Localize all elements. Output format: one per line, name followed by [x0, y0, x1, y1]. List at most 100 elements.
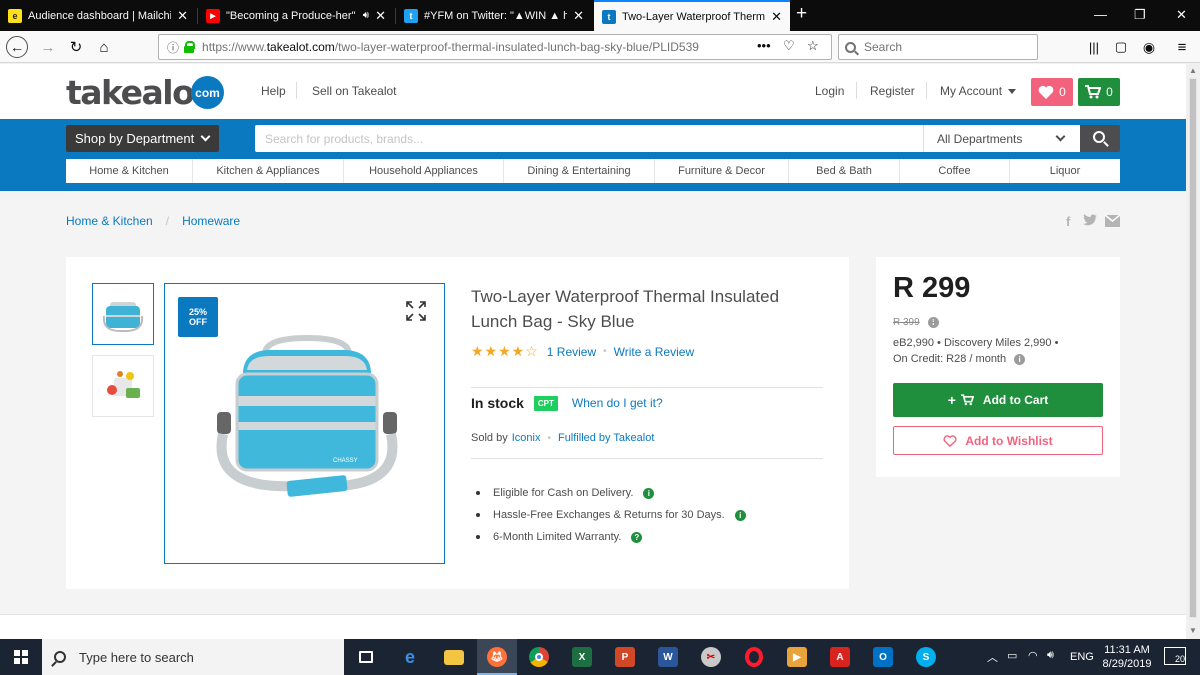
outlook-icon[interactable]: O [863, 639, 903, 675]
category-kitchen-appliances[interactable]: Kitchen & Appliances [193, 159, 344, 183]
cart-button[interactable]: 0 [1078, 78, 1120, 106]
sell-on-takealot-link[interactable]: Sell on Takealot [312, 84, 397, 98]
login-link[interactable]: Login [815, 84, 844, 98]
thumbnail-lunch-bag[interactable] [92, 283, 154, 345]
sidebar-icon[interactable]: ▢ [1111, 36, 1131, 58]
new-tab-icon[interactable]: + [796, 3, 807, 25]
my-account-dropdown[interactable]: My Account [940, 84, 1017, 98]
speaker-icon[interactable]: 🔊︎ [363, 10, 369, 21]
action-center-icon[interactable]: 20 [1164, 647, 1186, 665]
excel-icon[interactable]: X [562, 639, 602, 675]
thumbnail-bag-contents[interactable] [92, 355, 154, 417]
windows-start-icon[interactable] [14, 650, 28, 664]
add-to-cart-button[interactable]: + Add to Cart [893, 383, 1103, 417]
reviews-link[interactable]: 1 Review [547, 345, 596, 359]
opera-icon[interactable] [734, 639, 774, 675]
category-dining-entertaining[interactable]: Dining & Entertaining [504, 159, 655, 183]
task-view-icon[interactable] [346, 639, 386, 675]
category-furniture-decor[interactable]: Furniture & Decor [655, 159, 789, 183]
department-select[interactable]: All Departments [923, 125, 1080, 152]
cart-icon [960, 394, 974, 406]
taskbar-clock[interactable]: 11:31 AM 8/29/2019 [1097, 643, 1157, 671]
breadcrumb-home-kitchen[interactable]: Home & Kitchen [66, 214, 153, 228]
edge-browser-icon[interactable]: e [390, 639, 430, 675]
home-icon[interactable]: ⌂ [94, 36, 114, 58]
search-submit-button[interactable] [1080, 125, 1120, 152]
acrobat-icon[interactable]: A [820, 639, 860, 675]
word-icon[interactable]: W [648, 639, 688, 675]
add-to-wishlist-button[interactable]: Add to Wishlist [893, 426, 1103, 455]
powerpoint-icon[interactable]: P [605, 639, 645, 675]
back-arrow-icon[interactable]: ← [6, 36, 28, 58]
close-tab-icon[interactable]: ✕ [771, 9, 782, 25]
category-household-appliances[interactable]: Household Appliances [344, 159, 504, 183]
help-link[interactable]: Help [261, 84, 286, 98]
help-icon[interactable]: ? [631, 531, 643, 543]
twitter-icon[interactable] [1083, 214, 1097, 229]
browser-tab-twitter[interactable]: t #YFM on Twitter: "▲WIN ▲ h ✕ [396, 0, 592, 31]
close-tab-icon[interactable]: ✕ [177, 8, 188, 24]
info-icon[interactable]: i [1014, 353, 1026, 365]
clock-time: 11:31 AM [1104, 644, 1150, 656]
info-icon[interactable]: i [643, 487, 655, 499]
email-icon[interactable] [1104, 214, 1121, 230]
pocket-icon[interactable]: ♡ [783, 38, 795, 54]
chevron-down-icon [1055, 131, 1066, 142]
show-hidden-icons-icon[interactable]: ︿ [987, 649, 998, 665]
address-bar[interactable]: ⓘ https://www. takealot.com /two-layer-w… [158, 34, 832, 60]
shop-by-department-button[interactable]: Shop by Department [66, 125, 219, 152]
category-coffee[interactable]: Coffee [900, 159, 1010, 183]
browser-tab-mailchimp[interactable]: e Audience dashboard | Mailchim ✕ [0, 0, 196, 31]
close-tab-icon[interactable]: ✕ [573, 8, 584, 24]
account-icon[interactable]: ◉ [1139, 36, 1159, 58]
logo-com-badge[interactable]: com [191, 76, 224, 109]
taskbar-search-input[interactable]: Type here to search [42, 639, 344, 675]
register-link[interactable]: Register [870, 84, 915, 98]
close-window-icon[interactable]: ✕ [1176, 7, 1187, 23]
browser-tab-takealot[interactable]: t Two-Layer Waterproof Thermal ✕ [594, 0, 790, 31]
restore-icon[interactable]: ❐ [1134, 7, 1146, 23]
page-scrollbar[interactable]: ▲ ▼ [1186, 64, 1200, 639]
scroll-up-icon[interactable]: ▲ [1189, 66, 1197, 75]
reload-icon[interactable]: ↻ [66, 36, 86, 58]
skype-icon[interactable]: S [906, 639, 946, 675]
snipping-tool-icon[interactable]: ✂ [691, 639, 731, 675]
info-icon[interactable]: ⓘ [167, 39, 179, 56]
library-icon[interactable]: ||| [1084, 36, 1104, 58]
wishlist-button[interactable]: 0 [1031, 78, 1073, 106]
battery-icon[interactable]: ▭ [1007, 649, 1017, 662]
expand-image-icon[interactable] [405, 300, 427, 322]
minimize-icon[interactable]: — [1094, 7, 1107, 22]
page-actions-icon[interactable]: ••• [757, 38, 771, 53]
main-product-image[interactable]: 25% OFF CHASSY [164, 283, 445, 564]
facebook-icon[interactable]: f [1066, 214, 1070, 229]
breadcrumb-homeware[interactable]: Homeware [182, 214, 240, 228]
wifi-icon[interactable]: ◠ [1028, 649, 1038, 662]
media-player-icon[interactable]: ▶ [777, 639, 817, 675]
bookmark-star-icon[interactable]: ☆ [807, 38, 819, 54]
forward-arrow-icon[interactable]: → [38, 36, 58, 58]
product-search-input[interactable]: Search for products, brands... [255, 125, 923, 152]
info-icon[interactable]: i [927, 317, 939, 328]
firefox-icon[interactable]: 🦊︎ [477, 639, 517, 675]
write-review-link[interactable]: Write a Review [614, 345, 694, 359]
language-indicator[interactable]: ENG [1070, 651, 1094, 663]
file-explorer-icon[interactable] [434, 639, 474, 675]
menu-icon[interactable]: ≡ [1172, 36, 1192, 58]
chrome-icon[interactable] [519, 639, 559, 675]
takealot-logo[interactable]: takealot [66, 73, 209, 112]
close-tab-icon[interactable]: ✕ [375, 8, 386, 24]
volume-icon[interactable]: 🔊︎ [1047, 649, 1054, 662]
seller-link[interactable]: Iconix [512, 432, 541, 444]
fulfilled-by-link[interactable]: Fulfilled by Takealot [558, 432, 654, 444]
category-bed-bath[interactable]: Bed & Bath [789, 159, 900, 183]
scroll-down-icon[interactable]: ▼ [1189, 626, 1197, 635]
category-home-kitchen[interactable]: Home & Kitchen [66, 159, 193, 183]
when-do-i-get-it-link[interactable]: When do I get it? [572, 396, 663, 410]
browser-search-input[interactable]: Search [838, 34, 1038, 60]
scrollbar-thumb[interactable] [1189, 78, 1197, 618]
info-icon[interactable]: i [734, 509, 746, 521]
browser-tab-youtube[interactable]: ▶ "Becoming a Produce-her" 🔊︎ ✕ [198, 0, 394, 31]
category-liquor[interactable]: Liquor [1010, 159, 1120, 183]
lock-icon[interactable] [184, 41, 196, 53]
